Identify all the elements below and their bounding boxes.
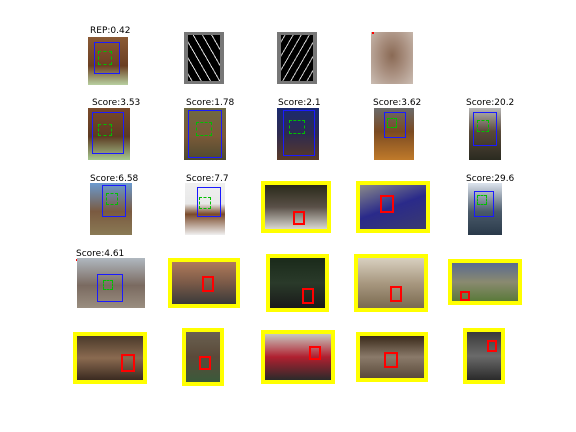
part-box [98,51,112,65]
score-label: Score:2.1 [278,98,321,108]
false-positive-image [463,328,505,384]
result-image [374,108,414,160]
score-label: Score:1.78 [186,98,235,108]
part-box [98,124,112,136]
part-box [103,280,113,290]
false-positive-box [380,195,394,213]
result-image [88,108,130,160]
hog-filter-image-2 [277,32,317,84]
false-positive-box [487,340,497,352]
false-positive-image [73,332,147,384]
false-positive-image [266,254,329,312]
false-positive-box [390,286,402,302]
blurred-horse-image [371,32,413,84]
part-box [196,122,212,136]
rep-horse-image [88,37,128,85]
result-image [90,183,132,235]
false-positive-image [261,330,335,384]
false-positive-image [354,254,428,312]
result-image [468,183,502,235]
false-positive-box [293,211,305,225]
false-positive-box [199,356,211,370]
result-image [277,108,319,160]
hog-filter-texture [188,35,220,81]
score-label: Score:3.62 [373,98,422,108]
score-label: Score:20.2 [466,98,515,108]
part-box [199,197,211,209]
false-positive-image [182,328,224,386]
false-positive-box [460,291,470,301]
false-positive-image [356,332,428,382]
false-positive-image [356,181,430,233]
result-image [77,258,145,308]
false-positive-image [261,181,331,233]
score-label: Score:3.53 [92,98,141,108]
part-box [477,120,489,132]
result-image [469,108,501,160]
result-image [185,183,225,235]
hog-filter-texture [281,35,313,81]
rep-label: REP:0.42 [90,26,131,36]
false-positive-box [302,288,314,304]
part-box [387,118,397,128]
false-positive-box [384,352,398,368]
part-box [477,195,487,205]
false-positive-box [309,346,321,360]
part-box [289,120,305,134]
false-positive-box [121,354,135,372]
false-positive-image [168,258,240,308]
false-positive-box [202,276,214,292]
marker-dot [372,32,374,34]
part-box [106,193,118,205]
hog-filter-image-1 [184,32,224,84]
result-image [184,108,226,160]
false-positive-image [448,259,522,305]
